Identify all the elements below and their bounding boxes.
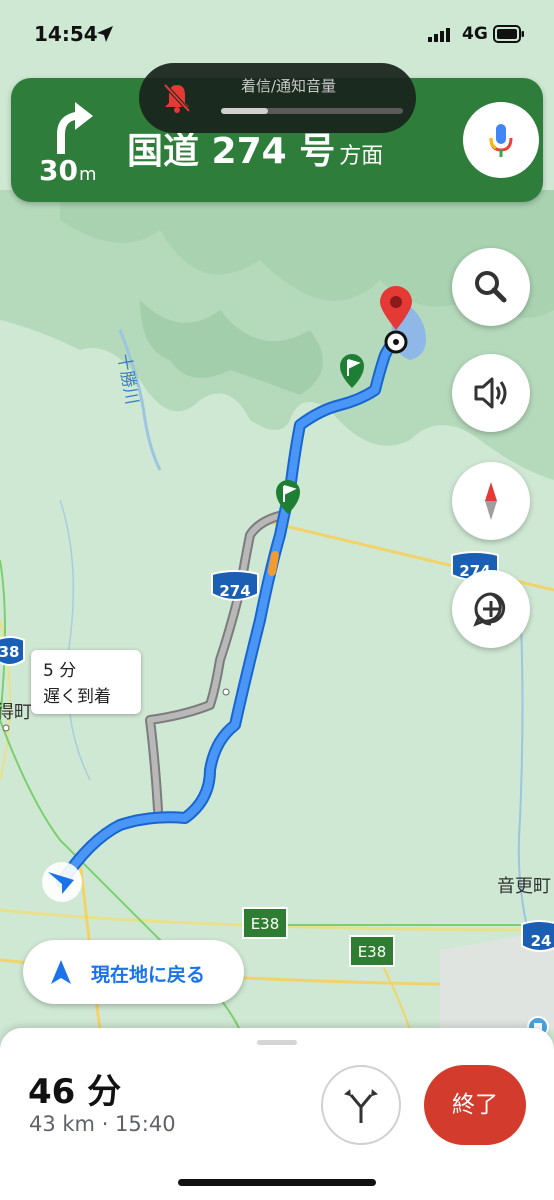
speaker-icon — [474, 377, 507, 409]
home-indicator[interactable] — [178, 1179, 376, 1186]
alternate-routes-button[interactable] — [321, 1065, 401, 1145]
route-shield-24-text: 24 — [531, 932, 552, 950]
turn-right-arrow-icon — [57, 102, 93, 154]
turn-distance-unit: m — [78, 164, 97, 185]
expressway-e38-b: E38 — [349, 935, 395, 967]
road-direction-suffix: 方面 — [339, 144, 384, 169]
eta-duration: 46 分 — [28, 1072, 122, 1112]
alternate-route-delay: 5 分 — [43, 661, 77, 681]
route-shield-38: 38 — [0, 636, 25, 666]
turn-distance: 30m — [39, 154, 97, 187]
volume-hud: 着信/通知音量 — [139, 63, 416, 133]
sound-button[interactable] — [452, 354, 530, 432]
location-services-icon — [97, 26, 113, 42]
navigation-arrow-icon — [51, 960, 71, 984]
volume-level-fill — [221, 108, 269, 114]
sheet-handle[interactable] — [257, 1040, 297, 1045]
report-button[interactable] — [452, 570, 530, 648]
volume-track — [221, 108, 403, 114]
fork-route-icon — [344, 1089, 378, 1123]
expressway-e38-a: E38 — [242, 907, 288, 939]
compass-button[interactable] — [452, 462, 530, 540]
search-button[interactable] — [452, 248, 530, 326]
route-shield-38-text: 38 — [0, 643, 19, 661]
battery-icon — [493, 25, 524, 43]
route-shield-274-text: 274 — [219, 582, 250, 600]
trip-summary-sheet[interactable]: 46 分 43 km · 15:40 終了 — [0, 1028, 554, 1200]
recenter-label: 現在地に戻る — [91, 964, 206, 986]
road-name-text: 国道 274 号 — [127, 131, 336, 172]
recenter-button[interactable]: 現在地に戻る — [23, 940, 244, 1004]
signal-bars-icon — [428, 28, 450, 42]
town-label-right: 音更町 — [497, 876, 551, 897]
network-type: 4G — [462, 24, 488, 44]
add-report-icon — [473, 592, 506, 627]
status-time: 14:54 — [34, 22, 98, 46]
voice-search-button[interactable] — [463, 102, 539, 178]
volume-hud-label: 着信/通知音量 — [240, 77, 337, 95]
alternate-route-note: 遅く到着 — [43, 687, 111, 707]
exit-navigation-button[interactable]: 終了 — [424, 1065, 526, 1145]
turn-distance-value: 30 — [39, 154, 78, 187]
route-shield-24: 24 — [521, 920, 554, 952]
search-icon — [475, 271, 507, 303]
current-location-icon — [42, 862, 82, 902]
alternate-route-label[interactable]: 5 分 遅く到着 — [31, 650, 141, 714]
eta-detail: 43 km · 15:40 — [29, 1112, 176, 1136]
expressway-e38-b-text: E38 — [358, 943, 387, 961]
route-shield-274: 274 — [211, 570, 259, 601]
microphone-icon — [489, 124, 513, 157]
compass-icon — [485, 482, 497, 520]
status-bar: 14:54 4G — [0, 0, 554, 70]
town-label-left: 得町 — [0, 702, 32, 723]
expressway-e38-a-text: E38 — [251, 915, 280, 933]
